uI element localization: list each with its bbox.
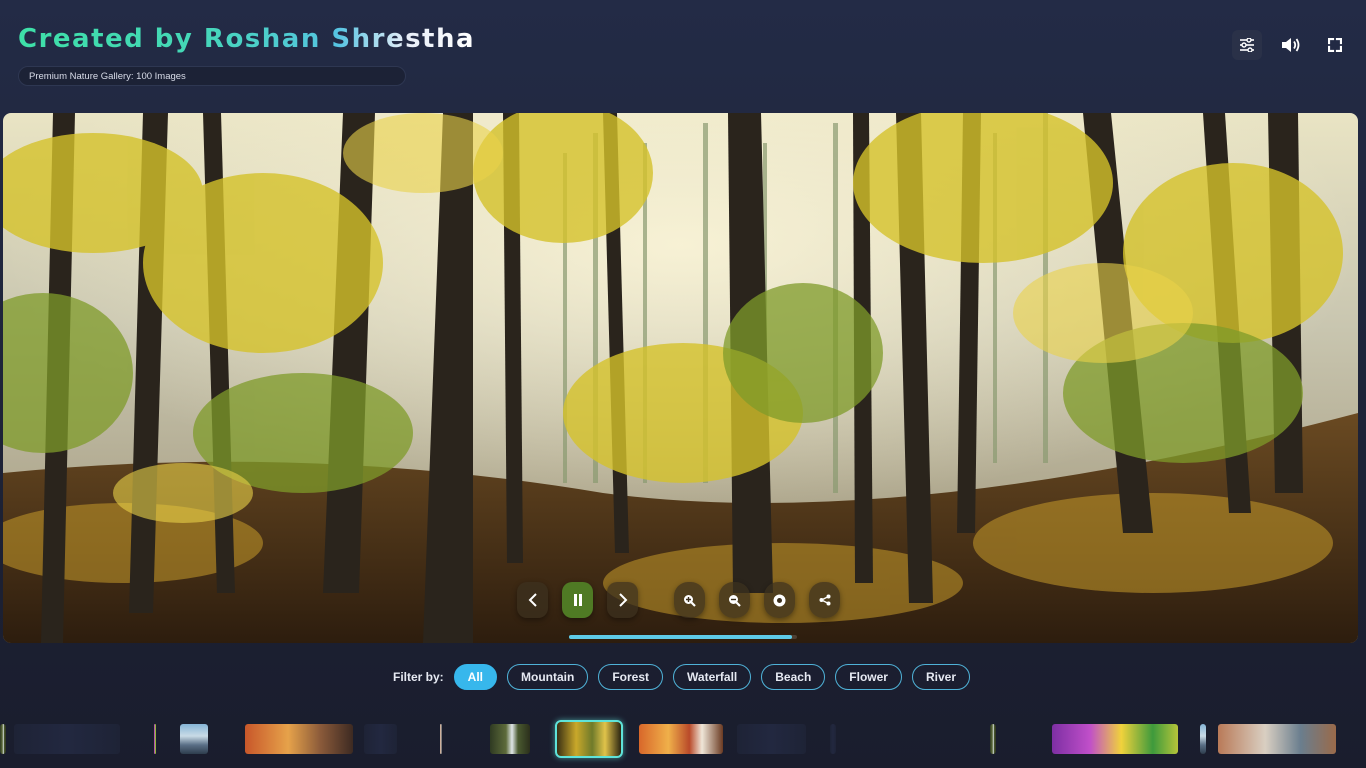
thumbnail[interactable] — [830, 724, 836, 754]
top-toolbar — [1232, 30, 1350, 60]
thumbnail[interactable] — [154, 724, 156, 754]
main-image-viewer[interactable] — [3, 113, 1358, 643]
settings-button[interactable] — [1232, 30, 1262, 60]
sliders-icon — [1240, 38, 1254, 52]
filter-chip-all[interactable]: All — [453, 664, 498, 690]
thumbnail[interactable] — [180, 724, 208, 754]
filter-chip-beach[interactable]: Beach — [761, 664, 826, 690]
thumbnail-current[interactable] — [555, 720, 623, 758]
thumbnail[interactable] — [440, 724, 442, 754]
share-icon — [819, 594, 830, 606]
forest-photo — [3, 113, 1358, 643]
next-button[interactable] — [607, 582, 638, 618]
filter-chip-mountain[interactable]: Mountain — [507, 664, 589, 690]
volume-button[interactable] — [1276, 30, 1306, 60]
thumbnail[interactable] — [1218, 724, 1336, 754]
filter-chip-forest[interactable]: Forest — [598, 664, 664, 690]
thumbnail-strip[interactable] — [0, 718, 1366, 762]
fullscreen-icon — [1328, 38, 1342, 52]
pause-button[interactable] — [562, 582, 593, 618]
chevron-left-icon — [528, 593, 537, 607]
thumbnail[interactable] — [990, 724, 996, 754]
thumbnail[interactable] — [14, 724, 120, 754]
thumbnail[interactable] — [737, 724, 806, 754]
page-title: Created by Roshan Shrestha — [18, 24, 476, 54]
chevron-right-icon — [618, 593, 627, 607]
zoom-in-icon — [684, 594, 696, 607]
slideshow-progress-bar — [569, 635, 797, 639]
previous-button[interactable] — [517, 582, 548, 618]
progress-fill — [569, 635, 793, 639]
filter-chip-waterfall[interactable]: Waterfall — [673, 664, 752, 690]
thumbnail[interactable] — [490, 724, 530, 754]
filter-label: Filter by: — [393, 670, 444, 684]
zoom-in-button[interactable] — [674, 582, 705, 618]
filter-chip-flower[interactable]: Flower — [835, 664, 902, 690]
zoom-out-icon — [729, 594, 741, 607]
reset-zoom-button[interactable] — [764, 582, 795, 618]
zoom-out-button[interactable] — [719, 582, 750, 618]
volume-icon — [1282, 38, 1300, 52]
filter-bar: Filter by: All Mountain Forest Waterfall… — [393, 664, 970, 690]
thumbnail[interactable] — [0, 724, 6, 754]
reset-icon — [773, 594, 786, 606]
thumbnail[interactable] — [639, 724, 723, 754]
share-button[interactable] — [809, 582, 840, 618]
thumbnail[interactable] — [364, 724, 397, 754]
fullscreen-button[interactable] — [1320, 30, 1350, 60]
gallery-subtitle-badge: Premium Nature Gallery: 100 Images — [18, 66, 406, 86]
viewer-controls — [517, 582, 840, 618]
thumbnail[interactable] — [1200, 724, 1206, 754]
filter-chip-river[interactable]: River — [911, 664, 970, 690]
thumbnail[interactable] — [1052, 724, 1178, 754]
pause-icon — [573, 594, 582, 606]
thumbnail[interactable] — [245, 724, 353, 754]
